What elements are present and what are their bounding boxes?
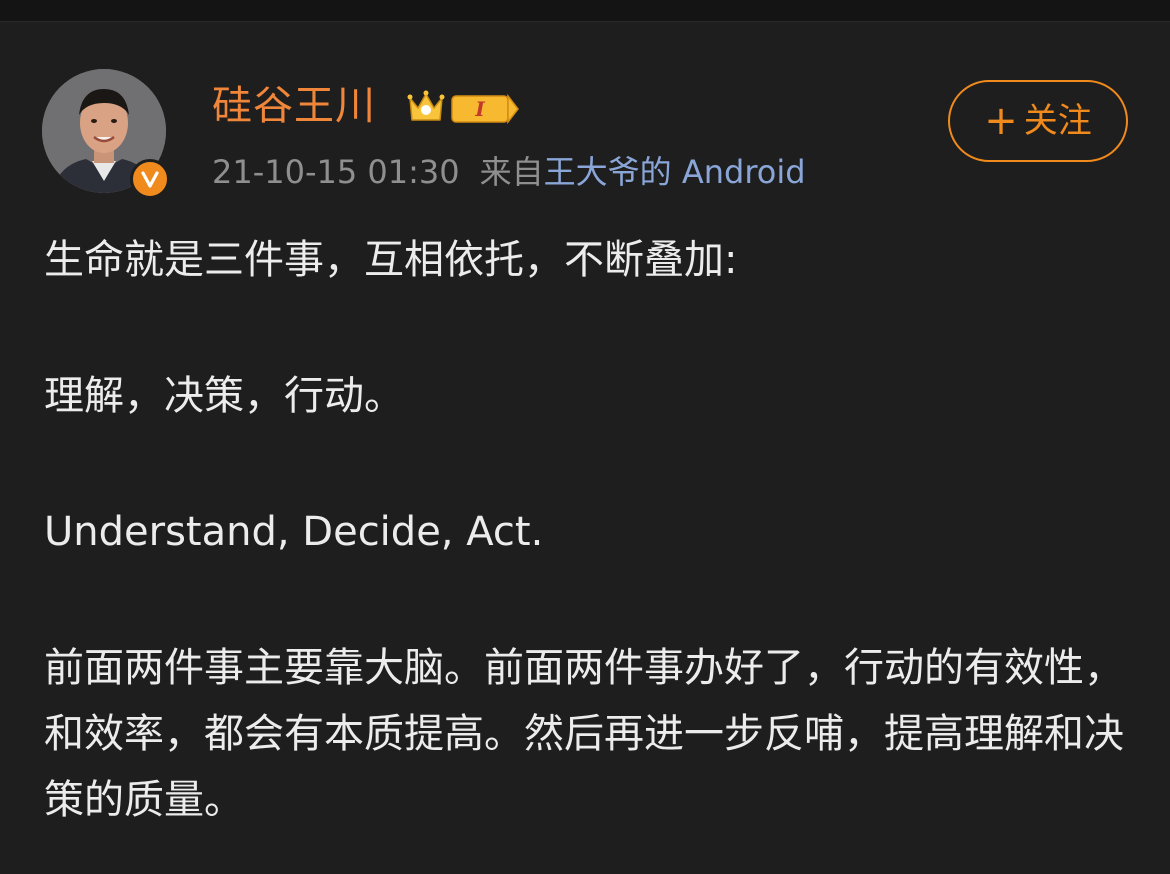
follow-button-label: 关注 (1023, 101, 1092, 141)
follow-button[interactable]: + 关注 (948, 80, 1128, 162)
post-meta: 21-10-15 01:30 来自王大爷的 Android (212, 152, 806, 192)
weibo-post: 硅谷王川 I 21-10-15 01:30 来自王大爷的 Android + 关注… (0, 22, 1170, 874)
post-timestamp: 21-10-15 01:30 (212, 153, 460, 191)
source-prefix: 来自 (479, 153, 544, 191)
post-paragraph: 前面两件事主要靠大脑。前面两件事办好了，行动的有效性，和效率，都会有本质提高。然… (44, 645, 1124, 823)
source-device-link[interactable]: 王大爷的 Android (544, 153, 806, 191)
post-paragraph: 生命就是三件事，互相依托，不断叠加: (44, 237, 738, 283)
post-content: 生命就是三件事，互相依托，不断叠加: 理解，决策，行动。 Understand,… (44, 227, 1128, 833)
verified-badge-icon (130, 159, 170, 199)
post-paragraph: Understand, Decide, Act. (44, 509, 544, 555)
top-divider-strip (0, 0, 1170, 22)
post-paragraph: 理解，决策，行动。 (44, 373, 404, 419)
author-name[interactable]: 硅谷王川 (212, 82, 376, 130)
vip-level-label: I (474, 97, 485, 121)
plus-icon: + (984, 98, 1018, 144)
vip-crown-badge-icon[interactable]: I (404, 86, 522, 130)
